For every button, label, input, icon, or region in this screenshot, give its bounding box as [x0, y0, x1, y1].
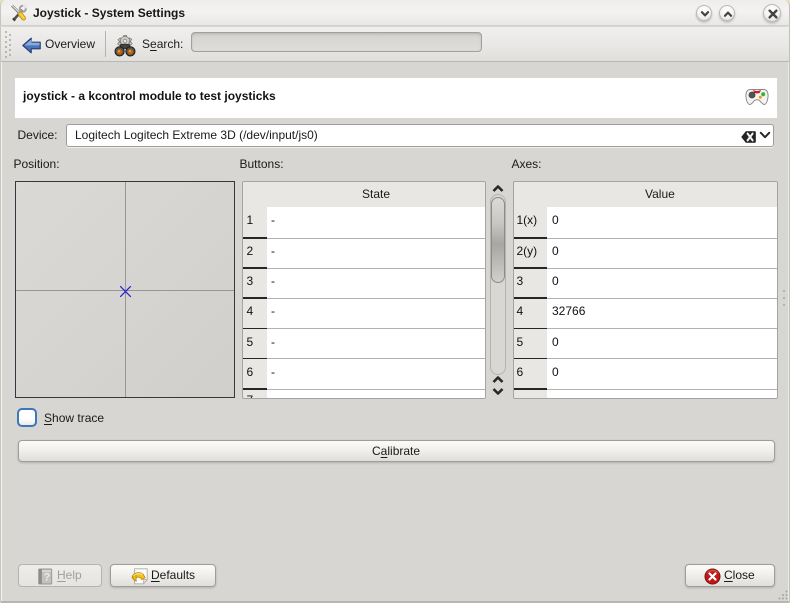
svg-text:?: ? [44, 572, 51, 584]
